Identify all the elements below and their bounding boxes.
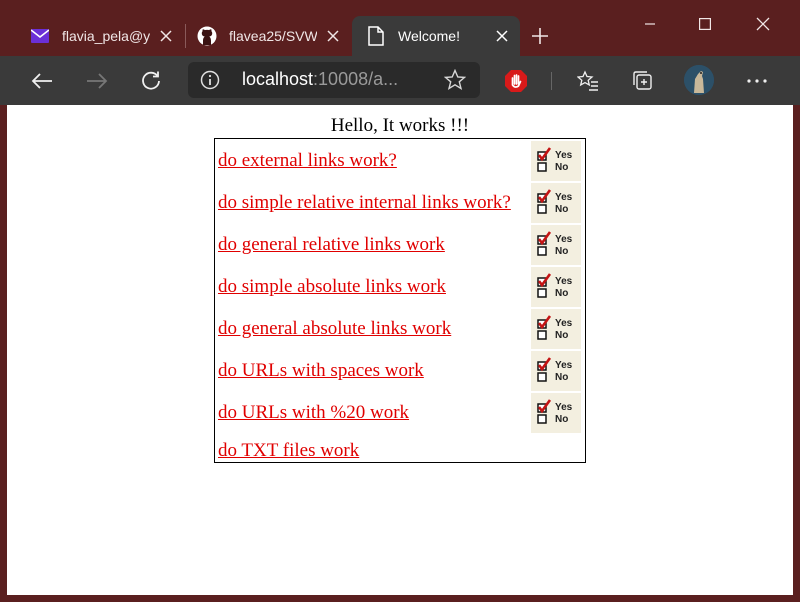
checkbox-icon xyxy=(537,273,552,298)
yes-label: Yes xyxy=(555,360,573,371)
list-item: do simple relative internal links work? … xyxy=(218,183,581,223)
tab-title: flavia_pela@y xyxy=(62,28,150,44)
refresh-icon xyxy=(142,71,160,90)
list-item: do general relative links work Yes No xyxy=(218,225,581,265)
forward-button[interactable] xyxy=(80,64,114,98)
checkbox-icon xyxy=(537,189,552,214)
address-bar[interactable]: localhost:10008/a... xyxy=(188,62,480,98)
checkbox-icon xyxy=(537,357,552,382)
github-icon xyxy=(197,26,217,46)
maximize-icon xyxy=(699,18,711,30)
page-heading: Hello, It works !!! xyxy=(330,115,470,136)
no-label: No xyxy=(555,330,569,341)
yes-no-checkbox-image: Yes No xyxy=(531,141,581,181)
no-label: No xyxy=(555,204,569,215)
list-item: do URLs with %20 work Yes No xyxy=(218,393,581,433)
list-item: do URLs with spaces work Yes No xyxy=(218,351,581,391)
checkbox-icon xyxy=(537,399,552,424)
tab-title: flavea25/SVW xyxy=(229,28,317,44)
test-link[interactable]: do URLs with spaces work xyxy=(218,360,424,382)
page-icon xyxy=(366,26,386,46)
yes-label: Yes xyxy=(555,192,573,203)
tab-mail[interactable]: flavia_pela@y xyxy=(8,16,184,56)
mail-icon xyxy=(30,26,50,46)
close-icon xyxy=(756,17,770,31)
yes-label: Yes xyxy=(555,150,573,161)
test-link[interactable]: do simple absolute links work xyxy=(218,276,446,298)
tab-welcome[interactable]: Welcome! xyxy=(352,16,520,56)
tab-github[interactable]: flavea25/SVW xyxy=(175,16,351,56)
no-label: No xyxy=(555,162,569,173)
no-label: No xyxy=(555,414,569,425)
back-button[interactable] xyxy=(25,64,59,98)
arrow-right-icon xyxy=(87,73,108,89)
test-link[interactable]: do TXT files work xyxy=(218,440,359,462)
collections-icon xyxy=(633,71,652,90)
browser-window: flavia_pela@y flavea25/SVW Welcome! loca… xyxy=(0,0,800,602)
no-label: No xyxy=(555,372,569,383)
list-item: do TXT files work xyxy=(218,431,359,471)
tab-strip: flavia_pela@y flavea25/SVW Welcome! xyxy=(0,0,800,56)
test-link[interactable]: do general relative links work xyxy=(218,234,445,256)
no-label: No xyxy=(555,288,569,299)
info-icon xyxy=(200,70,220,90)
toolbar-divider xyxy=(551,72,552,90)
tab-close-icon[interactable] xyxy=(156,26,176,46)
test-link[interactable]: do external links work? xyxy=(218,150,397,172)
yes-no-checkbox-image: Yes No xyxy=(531,267,581,307)
yes-no-checkbox-image: Yes No xyxy=(531,393,581,433)
yes-label: Yes xyxy=(555,276,573,287)
tab-close-icon[interactable] xyxy=(492,26,512,46)
checkbox-icon xyxy=(537,147,552,172)
favorites-icon xyxy=(577,70,598,91)
yes-no-checkbox-image: Yes No xyxy=(531,351,581,391)
more-icon xyxy=(747,79,767,83)
new-tab-button[interactable] xyxy=(526,22,554,50)
list-item: do external links work? Yes No xyxy=(218,141,581,181)
yes-no-checkbox-image: Yes No xyxy=(531,183,581,223)
collections-button[interactable] xyxy=(626,64,660,98)
browser-toolbar: localhost:10008/a... xyxy=(0,56,800,105)
plus-icon xyxy=(532,28,548,44)
url-text: localhost:10008/a... xyxy=(242,69,399,89)
yes-label: Yes xyxy=(555,234,573,245)
minimize-icon xyxy=(645,23,655,25)
favorites-button[interactable] xyxy=(571,64,605,98)
refresh-button[interactable] xyxy=(134,64,168,98)
arrow-left-icon xyxy=(31,73,52,89)
minimize-button[interactable] xyxy=(630,6,670,42)
ad-blocker-button[interactable] xyxy=(499,64,533,98)
list-item: do general absolute links work Yes No xyxy=(218,309,581,349)
checkbox-icon xyxy=(537,315,552,340)
links-box: do external links work? Yes No do simple … xyxy=(214,138,586,463)
tab-close-icon[interactable] xyxy=(323,26,343,46)
yes-label: Yes xyxy=(555,318,573,329)
no-label: No xyxy=(555,246,569,257)
profile-avatar[interactable] xyxy=(684,65,714,95)
hand-stop-icon xyxy=(505,70,527,92)
list-item: do simple absolute links work Yes No xyxy=(218,267,581,307)
more-menu-button[interactable] xyxy=(740,64,774,98)
test-link[interactable]: do simple relative internal links work? xyxy=(218,192,511,214)
yes-label: Yes xyxy=(555,402,573,413)
page-content: Hello, It works !!! do external links wo… xyxy=(7,105,793,595)
yes-no-checkbox-image: Yes No xyxy=(531,309,581,349)
close-window-button[interactable] xyxy=(743,6,783,42)
test-link[interactable]: do URLs with %20 work xyxy=(218,402,409,424)
star-icon[interactable] xyxy=(444,69,466,91)
yes-no-checkbox-image: Yes No xyxy=(531,225,581,265)
maximize-button[interactable] xyxy=(685,6,725,42)
checkbox-icon xyxy=(537,231,552,256)
test-link[interactable]: do general absolute links work xyxy=(218,318,451,340)
tab-title: Welcome! xyxy=(398,28,460,44)
